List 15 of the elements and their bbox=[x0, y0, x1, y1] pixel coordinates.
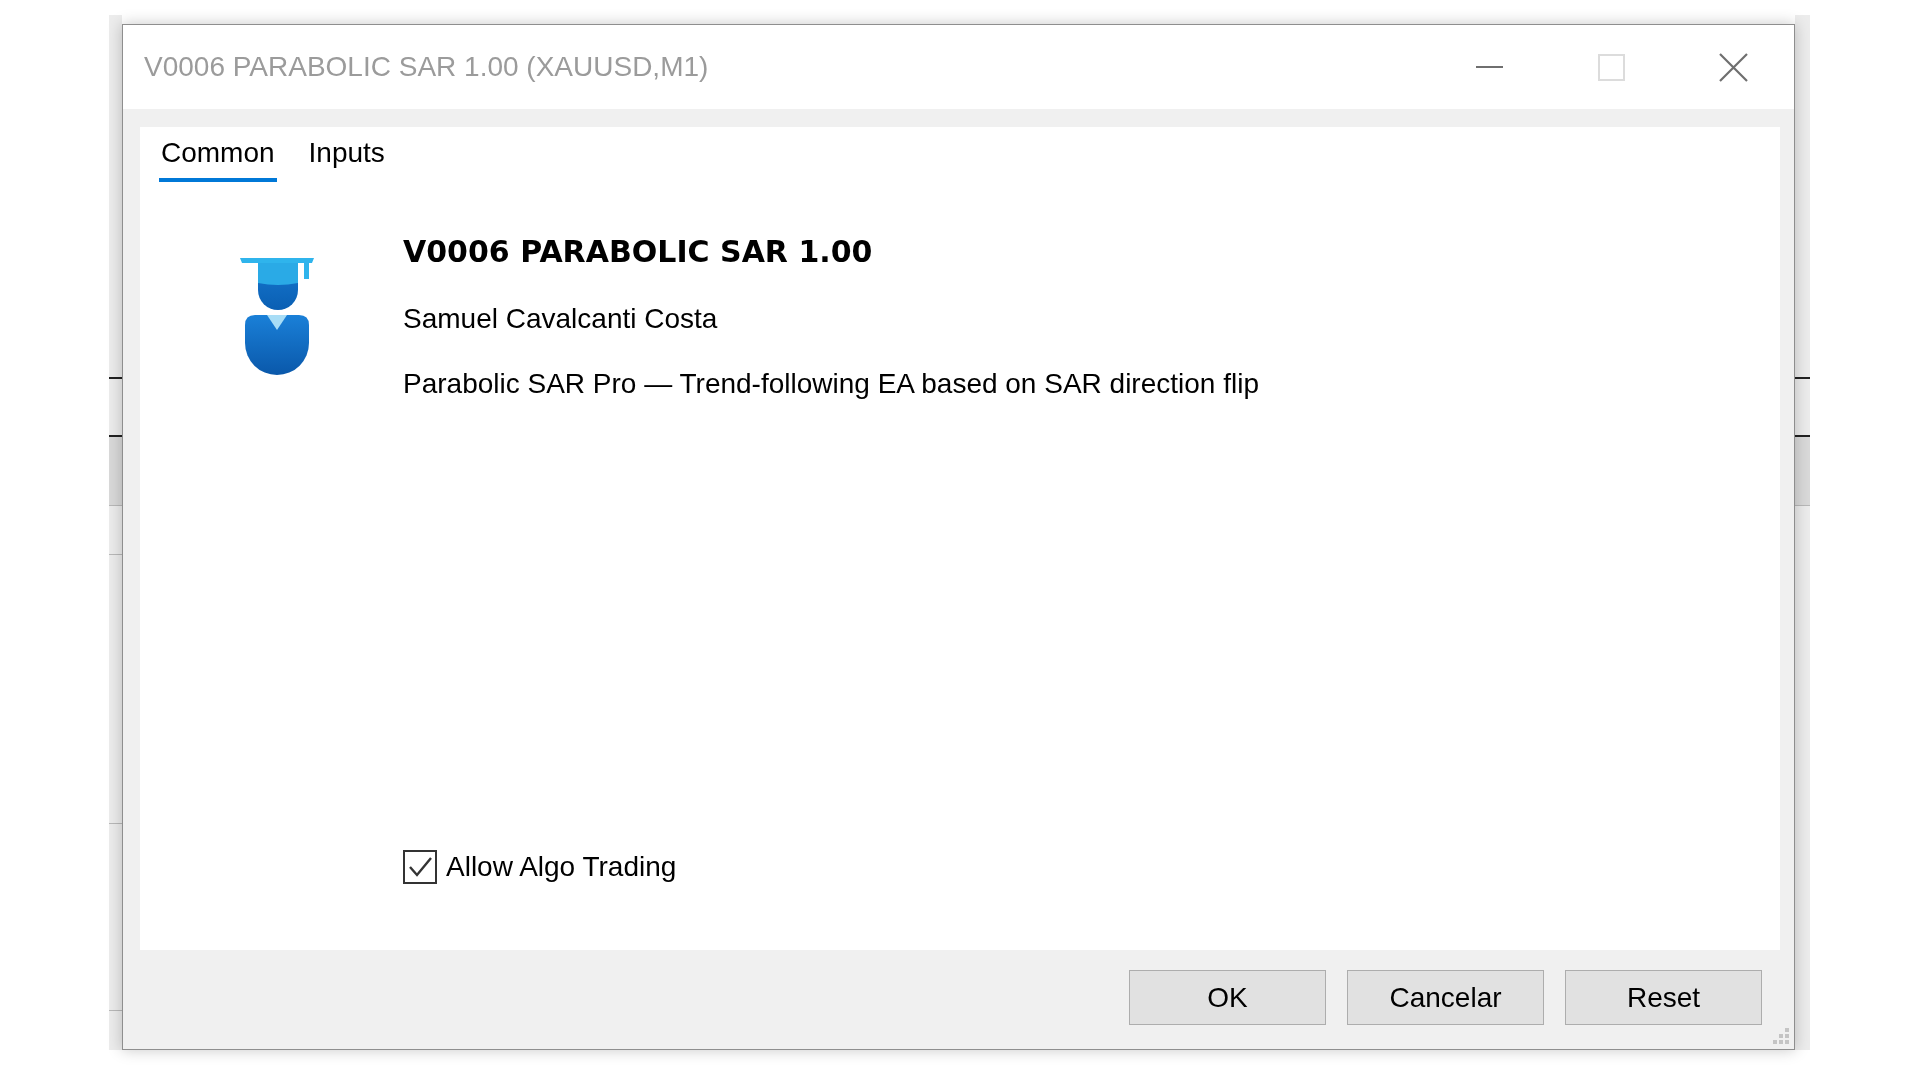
dialog-button[interactable]: Reset bbox=[1565, 970, 1762, 1025]
checkbox-label[interactable]: Allow Algo Trading bbox=[446, 850, 677, 884]
program-description: Parabolic SAR Pro — Trend-following EA based on SAR direction flip bbox=[403, 367, 1260, 401]
minimize-icon[interactable] bbox=[1475, 66, 1503, 68]
window-title: V0006 PARABOLIC SAR 1.00 (XAUUSD,M1) bbox=[143, 51, 710, 83]
tab[interactable]: Common bbox=[159, 137, 277, 182]
resize-grip-icon[interactable] bbox=[1772, 1027, 1790, 1045]
tab[interactable]: Inputs bbox=[306, 137, 387, 182]
program-name: V0006 PARABOLIC SAR 1.00 bbox=[403, 234, 874, 270]
graduate-user-icon bbox=[240, 258, 314, 376]
dialog-button[interactable]: OK bbox=[1129, 970, 1326, 1025]
dialog-button[interactable]: Cancelar bbox=[1347, 970, 1544, 1025]
checkbox[interactable] bbox=[403, 850, 437, 884]
program-author: Samuel Cavalcanti Costa bbox=[403, 302, 719, 336]
close-icon[interactable] bbox=[1718, 52, 1748, 82]
